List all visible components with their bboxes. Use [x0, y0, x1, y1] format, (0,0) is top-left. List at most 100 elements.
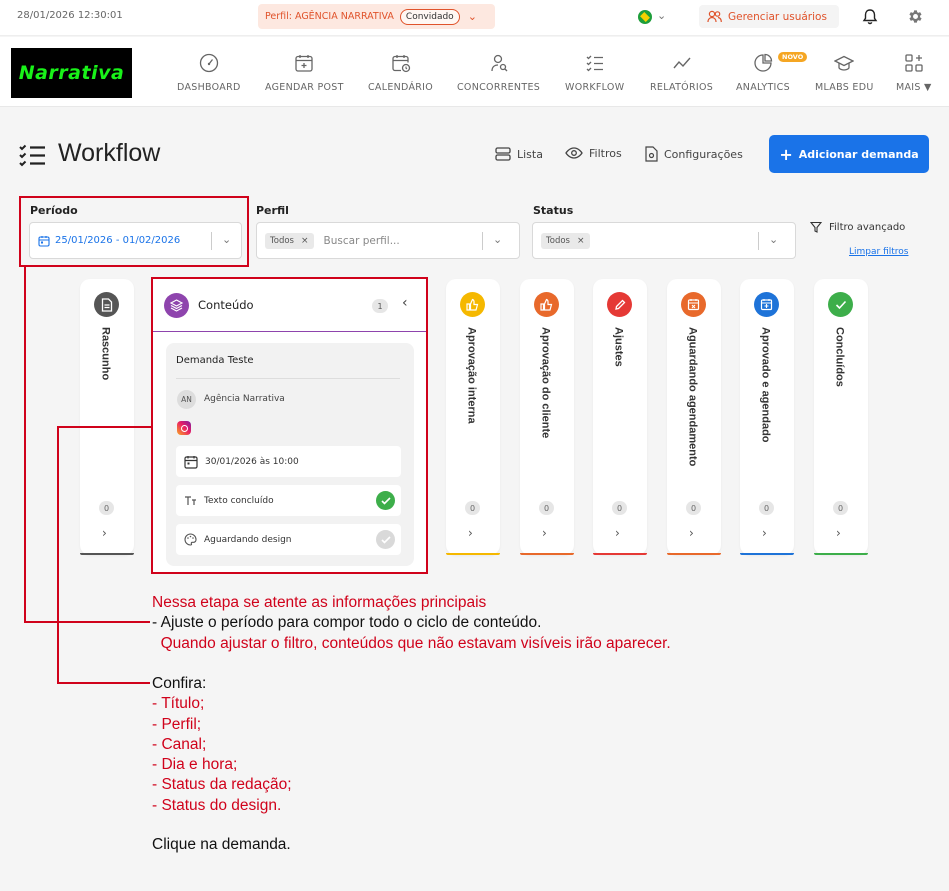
plus-icon: + [779, 144, 793, 164]
annotation-line: - Status da redação; [152, 776, 292, 794]
checklist-icon [586, 55, 603, 72]
settings-button[interactable]: Configurações [644, 146, 743, 162]
graduation-cap-icon [834, 55, 855, 71]
column-concluidos[interactable]: Concluídos 0 › [814, 279, 868, 555]
filters-label: Filtros [589, 146, 622, 160]
column-ajustes[interactable]: Ajustes 0 › [593, 279, 647, 555]
new-badge: NOVO [778, 52, 808, 62]
chevron-down-icon[interactable]: ⌄ [657, 9, 666, 22]
nav-relatorios[interactable]: RELATÓRIOS [650, 53, 713, 93]
tag-label: Todos [546, 235, 570, 246]
current-datetime: 28/01/2026 12:30:01 [17, 10, 123, 21]
column-aprovacao-cliente[interactable]: Aprovação do cliente 0 › [520, 279, 574, 555]
pie-chart-icon [754, 53, 773, 72]
chevron-right-icon[interactable]: › [542, 526, 547, 540]
profile-filter-select[interactable]: Todos × Buscar perfil... ⌄ [256, 222, 520, 259]
filters-toggle-button[interactable]: Filtros [565, 146, 622, 160]
chevron-right-icon[interactable]: › [615, 526, 620, 540]
annotation-line: Confira: [152, 675, 207, 692]
add-demand-label: Adicionar demanda [798, 147, 919, 161]
line-chart-icon [672, 57, 691, 69]
profile-tag[interactable]: Todos × [265, 232, 314, 249]
calendar-clock-icon [391, 55, 410, 73]
thumbs-up-icon [534, 292, 559, 317]
column-count: 0 [539, 501, 554, 515]
annotation-line: - Título; [152, 695, 205, 713]
chevron-right-icon[interactable]: › [102, 526, 107, 540]
nav-calendario[interactable]: CALENDÁRIO [368, 53, 433, 93]
nav-label: WORKFLOW [565, 82, 625, 93]
chevron-right-icon[interactable]: › [689, 526, 694, 540]
column-count: 0 [833, 501, 848, 515]
column-aprovado-agendado[interactable]: Aprovado e agendado 0 › [740, 279, 794, 555]
grid-plus-icon [905, 54, 923, 72]
column-count: 0 [686, 501, 701, 515]
annotation-block-2: Confira: - Título; - Perfil; - Canal; - … [152, 674, 292, 816]
list-label: Lista [517, 147, 543, 161]
close-icon[interactable]: × [301, 236, 309, 246]
close-icon[interactable]: × [577, 236, 585, 246]
column-label: Concluídos [833, 327, 846, 387]
status-tag[interactable]: Todos × [541, 232, 590, 249]
pencil-icon [607, 292, 632, 317]
chevron-right-icon[interactable]: › [762, 526, 767, 540]
gear-icon[interactable] [907, 8, 924, 25]
bell-icon[interactable] [862, 8, 878, 25]
chevron-down-icon: ⌄ [769, 233, 779, 246]
nav-label: AGENDAR POST [265, 82, 344, 93]
page-title: Workflow [58, 139, 161, 167]
nav-label: ANALYTICS [736, 82, 790, 93]
profile-selector[interactable]: Perfil: AGÊNCIA NARRATIVA Convidado ⌄ [258, 4, 495, 29]
advanced-filter-button[interactable]: Filtro avançado [810, 221, 905, 233]
nav-concorrentes[interactable]: CONCORRENTES [457, 53, 540, 93]
status-filter-label: Status [533, 204, 574, 217]
status-filter-select[interactable]: Todos × ⌄ [532, 222, 796, 259]
user-search-icon [490, 54, 507, 72]
checklist-icon [19, 144, 45, 167]
main-nav: Narrativa DASHBOARD AGENDAR POST CALENDÁ… [0, 37, 949, 107]
column-label: Ajustes [612, 327, 625, 367]
tag-label: Todos [270, 235, 294, 246]
brazil-flag-icon[interactable] [638, 10, 652, 24]
nav-mais[interactable]: MAIS ▼ [896, 53, 932, 93]
annotation-line: - Canal; [152, 735, 207, 753]
thumbs-up-icon [460, 292, 485, 317]
column-count: 0 [99, 501, 114, 515]
guest-badge: Convidado [399, 8, 460, 25]
nav-label: MLABS EDU [815, 82, 874, 93]
nav-dashboard[interactable]: DASHBOARD [177, 53, 241, 93]
column-aguardando-agendamento[interactable]: Aguardando agendamento 0 › [667, 279, 721, 555]
manage-users-button[interactable]: Gerenciar usuários [699, 5, 839, 28]
profile-label: Perfil: AGÊNCIA NARRATIVA [265, 11, 394, 22]
column-rascunho[interactable]: Rascunho 0 › [80, 279, 134, 555]
narrativa-logo[interactable]: Narrativa [11, 48, 132, 98]
funnel-icon [810, 221, 822, 233]
nav-workflow[interactable]: WORKFLOW [565, 53, 624, 93]
column-label: Rascunho [99, 327, 112, 381]
annotation-line: - Perfil; [152, 715, 202, 733]
annotation-line: Nessa etapa se atente as informações pri… [152, 594, 487, 611]
annotation-block-1: Nessa etapa se atente as informações pri… [152, 593, 671, 654]
column-label: Aprovação do cliente [539, 327, 552, 439]
chevron-right-icon[interactable]: › [468, 526, 473, 540]
users-icon [707, 10, 722, 23]
nav-agendar-post[interactable]: AGENDAR POST [265, 53, 344, 93]
gauge-icon [199, 53, 218, 73]
list-view-button[interactable]: Lista [495, 146, 543, 162]
column-aprovacao-interna[interactable]: Aprovação interna 0 › [446, 279, 500, 555]
profile-filter-label: Perfil [256, 204, 289, 217]
logo-text: Narrativa [18, 62, 125, 84]
column-count: 0 [612, 501, 627, 515]
list-icon [495, 147, 511, 161]
add-demand-button[interactable]: + Adicionar demanda [769, 135, 929, 173]
nav-mlabs-edu[interactable]: MLABS EDU [815, 53, 874, 93]
check-icon [828, 292, 853, 317]
nav-label: CONCORRENTES [457, 82, 541, 93]
column-label: Aprovação interna [465, 327, 478, 424]
chevron-right-icon[interactable]: › [836, 526, 841, 540]
chevron-down-icon: ⌄ [493, 233, 503, 246]
chevron-down-icon: ⌄ [467, 10, 477, 23]
clear-filters-link[interactable]: Limpar filtros [849, 247, 908, 257]
annotation-line: Clique na demanda. [152, 836, 291, 853]
profile-search-placeholder[interactable]: Buscar perfil... [324, 235, 400, 247]
